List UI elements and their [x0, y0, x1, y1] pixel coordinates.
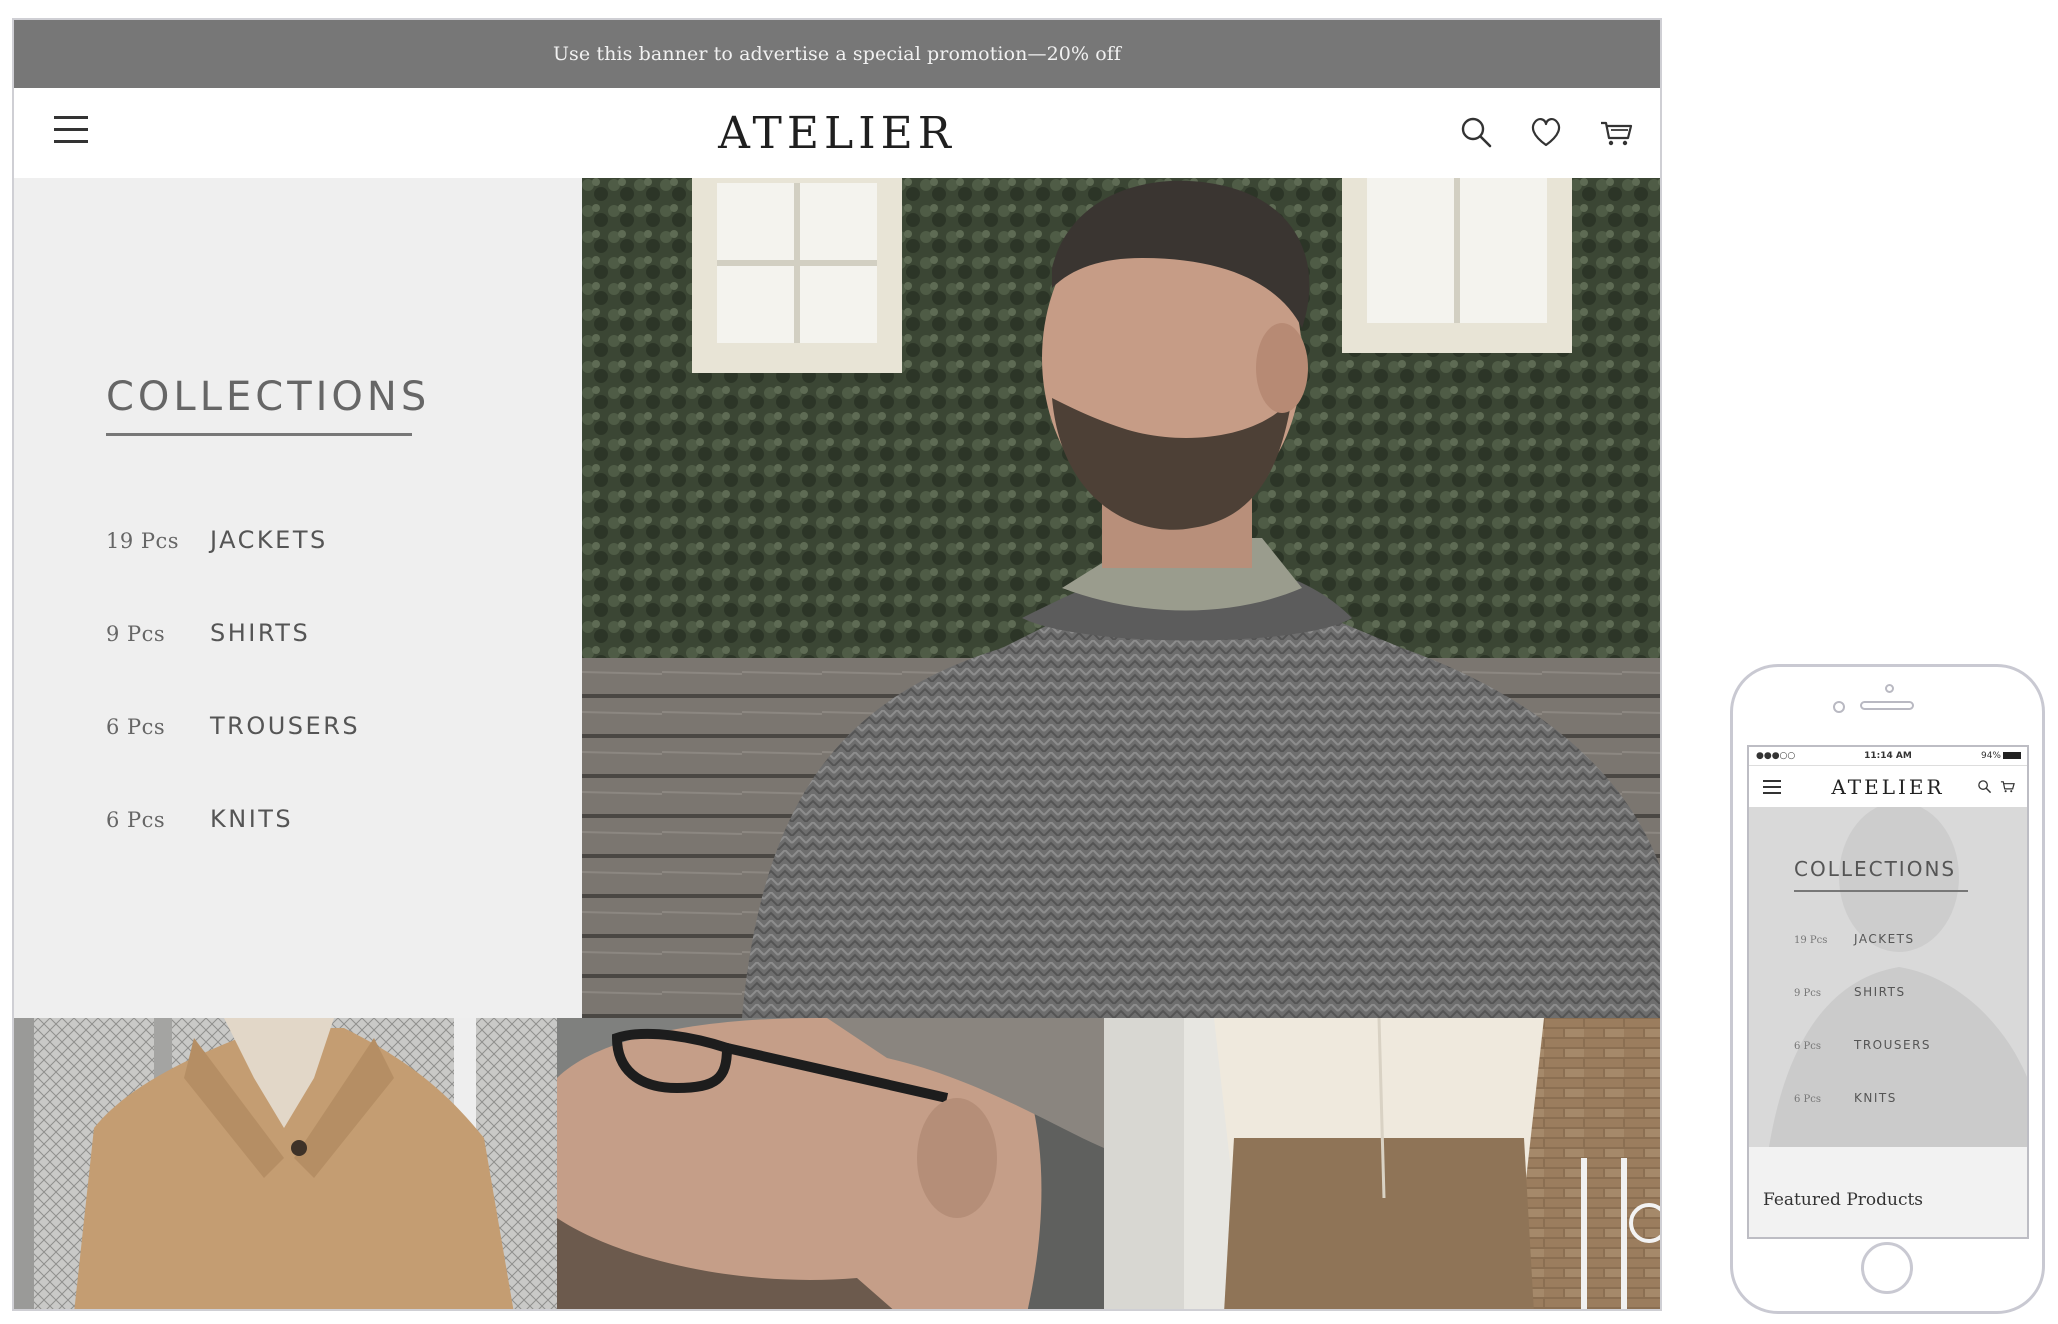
collection-name: JACKETS: [1854, 932, 1915, 946]
man-grey-sweater-photo: [582, 178, 1660, 1018]
collection-item-trousers[interactable]: 6 Pcs TROUSERS: [1794, 1038, 1931, 1052]
battery-icon: [2003, 752, 2021, 759]
collections-title: COLLECTIONS: [1794, 857, 1957, 881]
promo-banner[interactable]: Use this banner to advertise a special p…: [14, 20, 1660, 88]
status-bar: ●●●○○ 11:14 AM 94%: [1749, 747, 2027, 765]
search-icon[interactable]: [1458, 114, 1494, 150]
collection-name: KNITS: [1854, 1091, 1897, 1105]
collection-name: TROUSERS: [1854, 1038, 1932, 1052]
gallery-image-glasses[interactable]: [557, 1018, 1104, 1309]
status-time: 11:14 AM: [1864, 751, 1912, 761]
collections-panel: COLLECTIONS 19 Pcs JACKETS 9 Pcs SHIRTS …: [14, 178, 582, 1018]
collection-count: 6 Pcs: [1794, 1094, 1822, 1105]
desktop-mockup: Use this banner to advertise a special p…: [12, 18, 1662, 1311]
collection-item-knits[interactable]: 6 Pcs KNITS: [106, 805, 293, 833]
cream-shirt-trousers-photo: [1104, 1018, 1660, 1309]
gallery-image-coat[interactable]: [14, 1018, 557, 1309]
header-actions: [1458, 114, 1634, 150]
header-actions: [1977, 779, 2015, 794]
collection-name: KNITS: [210, 805, 294, 833]
cart-icon[interactable]: [1598, 114, 1634, 150]
collection-count: 19 Pcs: [106, 529, 180, 553]
collection-count: 6 Pcs: [106, 715, 166, 739]
phone-mockup: ●●●○○ 11:14 AM 94% ATELIER COLLECTIONS 1…: [1730, 664, 2045, 1314]
mobile-collections-hero: COLLECTIONS 19 Pcs JACKETS 9 Pcs SHIRTS …: [1749, 807, 2027, 1147]
bottom-gallery: [14, 1018, 1660, 1309]
collection-name: TROUSERS: [210, 712, 361, 740]
featured-products-heading: Featured Products: [1763, 1190, 1924, 1210]
man-glasses-photo: [557, 1018, 1104, 1309]
collection-count: 6 Pcs: [106, 808, 166, 832]
collection-item-shirts[interactable]: 9 Pcs SHIRTS: [1794, 985, 1906, 999]
collection-name: SHIRTS: [210, 619, 311, 647]
collection-name: SHIRTS: [1854, 985, 1906, 999]
phone-speaker: [1860, 701, 1914, 710]
menu-icon[interactable]: [54, 116, 88, 144]
battery-indicator: 94%: [1981, 751, 2021, 761]
brand-logo[interactable]: ATELIER: [718, 108, 956, 159]
collection-item-jackets[interactable]: 19 Pcs JACKETS: [106, 526, 328, 554]
collection-item-trousers[interactable]: 6 Pcs TROUSERS: [106, 712, 360, 740]
title-underline: [106, 433, 412, 436]
battery-percent: 94%: [1980, 751, 2001, 761]
promo-text: Use this banner to advertise a special p…: [552, 43, 1122, 65]
camel-coat-photo: [14, 1018, 557, 1309]
heart-icon[interactable]: [1528, 114, 1564, 150]
brand-logo[interactable]: ATELIER: [1831, 775, 1944, 799]
cart-icon[interactable]: [2000, 779, 2015, 794]
collection-count: 19 Pcs: [1794, 935, 1828, 946]
search-icon[interactable]: [1977, 779, 1992, 794]
phone-sensor: [1885, 684, 1894, 693]
collection-count: 9 Pcs: [1794, 988, 1822, 999]
phone-camera: [1833, 701, 1845, 713]
collection-name: JACKETS: [210, 526, 328, 554]
collection-item-knits[interactable]: 6 Pcs KNITS: [1794, 1091, 1897, 1105]
header: ATELIER: [14, 88, 1660, 178]
collection-count: 9 Pcs: [106, 622, 166, 646]
collections-title: COLLECTIONS: [106, 374, 431, 420]
menu-icon[interactable]: [1763, 780, 1781, 794]
mobile-header: ATELIER: [1749, 765, 2027, 807]
gallery-image-shirt[interactable]: [1104, 1018, 1660, 1309]
collection-count: 6 Pcs: [1794, 1041, 1822, 1052]
home-button[interactable]: [1861, 1242, 1913, 1294]
hero-image[interactable]: [582, 178, 1660, 1018]
title-underline: [1794, 890, 1968, 892]
collection-item-shirts[interactable]: 9 Pcs SHIRTS: [106, 619, 310, 647]
phone-screen: ●●●○○ 11:14 AM 94% ATELIER COLLECTIONS 1…: [1747, 745, 2029, 1239]
collection-item-jackets[interactable]: 19 Pcs JACKETS: [1794, 932, 1915, 946]
signal-indicator: ●●●○○: [1756, 751, 1796, 761]
